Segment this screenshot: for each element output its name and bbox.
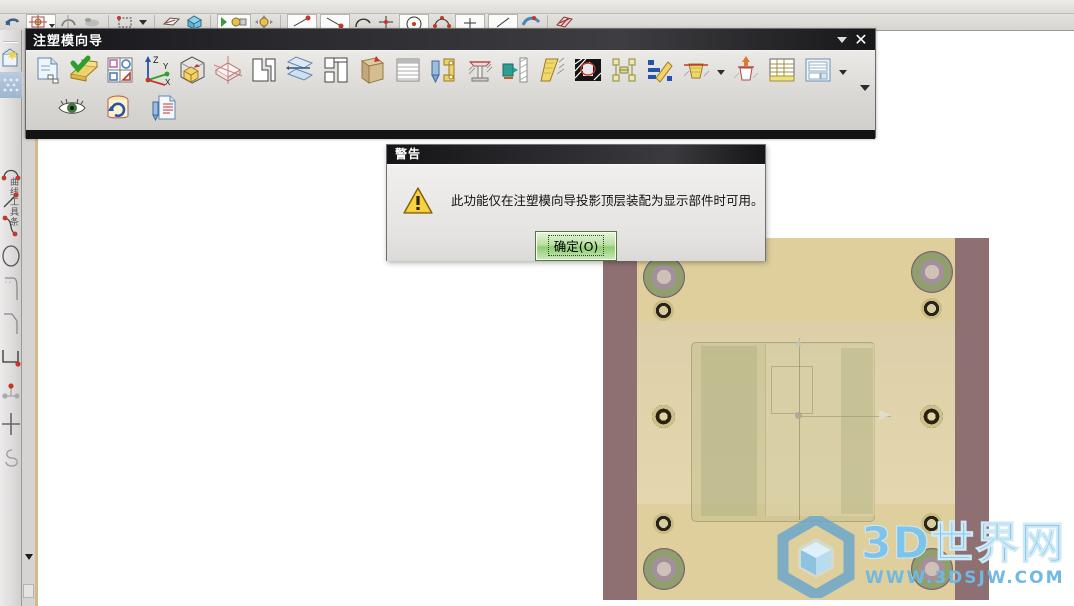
chevron-down-icon[interactable] bbox=[837, 37, 847, 43]
pattern-fill-icon[interactable] bbox=[0, 72, 22, 98]
svg-text:Y: Y bbox=[163, 62, 169, 71]
chamfer-icon[interactable] bbox=[0, 308, 22, 342]
mold-split-icon[interactable] bbox=[284, 54, 316, 86]
window-title: 注塑模向导 bbox=[33, 34, 104, 49]
offset-curve-icon[interactable] bbox=[0, 408, 22, 444]
undo-icon[interactable] bbox=[3, 14, 23, 30]
mold-csys-icon[interactable] bbox=[68, 54, 100, 86]
ribbon-separator bbox=[547, 15, 548, 29]
model-origin-point bbox=[795, 412, 802, 419]
dialog-body: 此功能仅在注塑模向导投影顶层装配为显示部件时可用。 确定(O) bbox=[387, 164, 765, 261]
trim-mold-components-icon[interactable] bbox=[608, 54, 640, 86]
screw-mid-left bbox=[652, 405, 675, 428]
workpiece-csys-icon[interactable]: ZYX bbox=[140, 54, 172, 87]
shrinkage-icon[interactable] bbox=[104, 54, 136, 86]
cavity-layout-icon[interactable] bbox=[212, 54, 244, 86]
screw-mid-right bbox=[920, 405, 943, 428]
svg-text:X: X bbox=[165, 78, 171, 86]
model-axis-arrow-up bbox=[795, 338, 803, 347]
circle-icon[interactable] bbox=[0, 240, 22, 274]
mold-cooling-tools-icon[interactable] bbox=[536, 54, 568, 86]
concept-pocket-icon[interactable] bbox=[730, 54, 762, 86]
model-insert-right bbox=[841, 348, 873, 514]
ok-button-label: 确定(O) bbox=[547, 235, 605, 256]
standard-part-library-icon[interactable] bbox=[356, 54, 388, 86]
curve-icon[interactable] bbox=[0, 214, 22, 240]
guide-pillar-top-right bbox=[911, 251, 953, 293]
model-insert-detail bbox=[771, 366, 813, 414]
arc-two-point-icon[interactable] bbox=[0, 162, 22, 188]
sub-insert-library-icon[interactable] bbox=[428, 54, 460, 86]
model-right-plate bbox=[955, 238, 989, 600]
bill-of-material-icon[interactable] bbox=[766, 54, 798, 86]
model-axis-horizontal bbox=[799, 416, 891, 417]
replace-solid-icon[interactable] bbox=[102, 92, 134, 124]
ribbon-upper-strip bbox=[0, 0, 1074, 14]
window-title-bar[interactable]: 注塑模向导 ✕ bbox=[26, 29, 875, 50]
mold-wizard-toolbar-window[interactable]: 注塑模向导 ✕ ZYX bbox=[25, 28, 876, 139]
drawing-dropdown-icon[interactable] bbox=[838, 54, 848, 86]
screw-bottom-right bbox=[921, 513, 942, 534]
warning-triangle-icon bbox=[403, 187, 433, 214]
mold-wizard-toolbar-row-1[interactable]: ZYX bbox=[26, 51, 875, 89]
slide-lifter-icon[interactable] bbox=[392, 54, 424, 86]
dialog-message-row: 此功能仅在注塑模向导投影顶层装配为显示部件时可用。 bbox=[387, 165, 765, 214]
close-icon[interactable]: ✕ bbox=[851, 30, 871, 49]
sketch-curve-toolbar[interactable]: 曲线工具条 bbox=[0, 30, 22, 606]
dialog-title: 警告 bbox=[387, 145, 765, 164]
screw-top-right bbox=[921, 298, 942, 319]
ribbon-separator bbox=[280, 15, 281, 29]
mold-base-library-icon[interactable] bbox=[320, 54, 352, 86]
guide-pillar-top-left bbox=[643, 256, 685, 298]
top-ribbon[interactable] bbox=[0, 0, 1074, 31]
screw-bottom-left bbox=[653, 513, 674, 534]
dialog-button-row: 确定(O) bbox=[387, 231, 765, 261]
mold-base-3d-model[interactable] bbox=[603, 238, 989, 600]
ribbon-separator bbox=[154, 15, 155, 29]
drawing-icon[interactable] bbox=[802, 54, 834, 86]
dialog-message: 此功能仅在注塑模向导投影顶层装配为显示部件时可用。 bbox=[451, 192, 764, 208]
ribbon-separator bbox=[108, 15, 109, 29]
mold-wizard-toolbar-row-2[interactable] bbox=[26, 89, 875, 127]
toolbar-overflow-chevron-icon[interactable] bbox=[860, 85, 870, 91]
gate-library-icon[interactable] bbox=[464, 54, 496, 86]
mold-tools-icon[interactable] bbox=[248, 54, 280, 86]
guide-pillar-bottom-left bbox=[643, 548, 685, 590]
cavity-pocket-icon[interactable] bbox=[680, 54, 712, 86]
window-bottom-edge bbox=[26, 130, 875, 139]
workpiece-icon[interactable] bbox=[176, 54, 208, 86]
model-left-plate bbox=[603, 238, 637, 600]
warning-dialog[interactable]: 警告 此功能仅在注塑模向导投影顶层装配为显示部件时可用。 确定(O) bbox=[386, 144, 766, 261]
concept-design-icon[interactable] bbox=[148, 92, 180, 124]
point-set-icon[interactable] bbox=[0, 376, 22, 408]
model-axis-vertical bbox=[799, 338, 800, 520]
electrode-icon[interactable] bbox=[572, 54, 604, 86]
window-body: ZYX bbox=[26, 50, 875, 139]
mold-tool-wrench-icon[interactable] bbox=[644, 54, 676, 86]
scrollbar-down-arrow[interactable] bbox=[25, 554, 33, 560]
sketch-icon[interactable] bbox=[0, 46, 22, 72]
helix-icon[interactable] bbox=[0, 444, 22, 476]
ribbon-separator bbox=[210, 15, 211, 29]
view-manager-icon[interactable] bbox=[56, 92, 88, 124]
svg-text:Z: Z bbox=[153, 55, 159, 65]
ok-button[interactable]: 确定(O) bbox=[534, 231, 618, 261]
scrollbar-thumb[interactable] bbox=[23, 584, 34, 598]
guide-pillar-bottom-right bbox=[911, 548, 953, 590]
fillet-icon[interactable] bbox=[0, 274, 22, 308]
runner-icon[interactable] bbox=[500, 54, 532, 86]
model-insert-left bbox=[701, 346, 757, 516]
line-icon[interactable] bbox=[0, 188, 22, 214]
rectangle-icon[interactable] bbox=[0, 342, 22, 376]
screw-top-left bbox=[653, 300, 674, 321]
trim-dropdown-icon[interactable] bbox=[716, 54, 726, 86]
model-axis-arrow-right bbox=[879, 410, 891, 420]
project-initialize-icon[interactable] bbox=[32, 54, 64, 86]
toolbar-divider bbox=[3, 41, 18, 43]
